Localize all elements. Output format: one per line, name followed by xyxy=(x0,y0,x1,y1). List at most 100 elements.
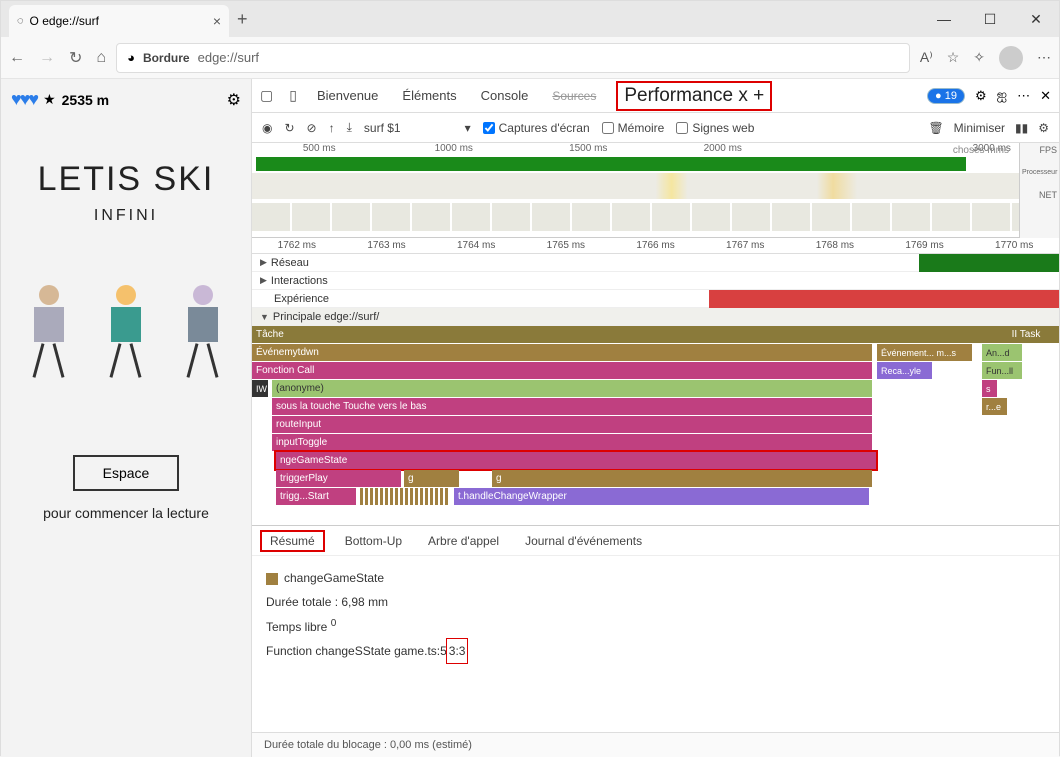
character-select xyxy=(11,285,241,375)
flame-re[interactable]: r...e xyxy=(982,398,1007,415)
flame-triggerstart[interactable]: trigg...Start xyxy=(276,488,356,505)
settings-icon[interactable]: ⚙ xyxy=(975,88,987,104)
home-button[interactable]: ⌂ xyxy=(96,49,106,67)
skier-option-1[interactable] xyxy=(24,285,74,375)
flame-s[interactable]: s xyxy=(982,380,997,397)
dtab-eventlog[interactable]: Journal d'événements xyxy=(521,532,646,550)
tab-elements[interactable]: Éléments xyxy=(398,88,460,103)
map-icon[interactable]: ▮▮ xyxy=(1015,121,1028,135)
minimize-label[interactable]: Minimiser xyxy=(954,121,1005,135)
dtab-summary[interactable]: Résumé xyxy=(262,532,323,550)
flame-event[interactable]: Événemytdwn xyxy=(252,344,872,361)
screenshots-checkbox[interactable]: Captures d'écran xyxy=(483,121,590,135)
blocking-time: Durée totale du blocage : 0,00 ms (estim… xyxy=(264,739,472,751)
new-tab-button[interactable]: + xyxy=(237,9,248,30)
flame-recalc[interactable]: Reca...yle xyxy=(877,362,932,379)
track-main[interactable]: ▼Principale edge://surf/ xyxy=(252,308,1059,326)
read-aloud-icon[interactable]: A⁾ xyxy=(920,49,933,66)
profile-avatar[interactable] xyxy=(999,46,1023,70)
tab-close-icon[interactable]: × xyxy=(213,13,221,29)
menu-icon[interactable]: ⋯ xyxy=(1037,49,1051,66)
devtools-close-icon[interactable]: ✕ xyxy=(1040,88,1051,104)
flame-iw[interactable]: IW xyxy=(252,380,268,397)
play-button[interactable]: Espace xyxy=(73,455,180,491)
flame-handlechange[interactable]: t.handleChangeWrapper xyxy=(454,488,869,505)
url-text: edge://surf xyxy=(198,50,259,65)
flame-g1[interactable]: g xyxy=(404,470,459,487)
summary-panel: changeGameState Durée totale : 6,98 mm T… xyxy=(252,556,1059,673)
more-icon[interactable]: ⋯ xyxy=(1017,88,1030,104)
summary-swatch xyxy=(266,573,278,585)
back-button[interactable]: ← xyxy=(9,49,25,67)
overview-label: choses mms xyxy=(953,145,1009,156)
track-experience[interactable]: ExpérienceChangement de disposition xyxy=(252,290,1059,308)
collections-icon[interactable]: ✧ xyxy=(973,49,985,66)
flame-ruler: 1762 ms1763 ms1764 ms 1765 ms1766 ms1767… xyxy=(252,238,1059,254)
refresh-button[interactable]: ↻ xyxy=(69,48,82,68)
track-interactions[interactable]: ▶Interactions xyxy=(252,272,1059,290)
flame-g2[interactable]: g xyxy=(492,470,872,487)
gear-icon[interactable]: ⚙ xyxy=(227,90,241,110)
tracks: ▶Réseau ▶Interactions ExpérienceChangeme… xyxy=(252,254,1059,326)
distance-value: 2535 m xyxy=(62,92,109,108)
download-icon[interactable]: ⤓ xyxy=(347,120,352,135)
dtab-calltree[interactable]: Arbre d'appel xyxy=(424,532,503,550)
flame-chart[interactable]: Tâche II Task Événemytdwn Événement... m… xyxy=(252,326,1059,526)
device-icon[interactable]: ▯ xyxy=(289,87,297,104)
skier-option-3[interactable] xyxy=(178,285,228,375)
summary-self-val: 0 xyxy=(331,618,337,629)
site-identity-icon: ◕ xyxy=(127,50,135,65)
game-title: LETIS SKI xyxy=(11,160,241,199)
flame-fun[interactable]: Fun...ll xyxy=(982,362,1022,379)
favorites-icon[interactable]: ☆ xyxy=(947,49,960,66)
clear-icon[interactable]: ⊘ xyxy=(307,121,317,135)
profile-select[interactable]: surf $1 ▾ xyxy=(364,121,471,135)
flame-route[interactable]: routeInput xyxy=(272,416,872,433)
summary-fn-line-b[interactable]: 3:3 xyxy=(447,639,468,663)
flame-event2[interactable]: Événement... m...s xyxy=(877,344,972,361)
upload-icon[interactable]: ↑ xyxy=(329,121,335,135)
window-maximize-button[interactable]: ☐ xyxy=(967,1,1013,37)
star-icon: ★ xyxy=(43,91,56,108)
flame-stripes[interactable] xyxy=(360,488,450,505)
browser-tab[interactable]: ◌ O edge://surf × xyxy=(9,5,229,37)
flame-triggerplay[interactable]: triggerPlay xyxy=(276,470,401,487)
window-minimize-button[interactable]: — xyxy=(921,1,967,37)
flame-toggle[interactable]: inputToggle xyxy=(272,434,872,451)
flame-fcall[interactable]: Fonction Call xyxy=(252,362,872,379)
record-icon[interactable]: ◉ xyxy=(262,121,272,135)
flame-keydown[interactable]: sous la touche Touche vers le bas xyxy=(272,398,872,415)
websignals-checkbox[interactable]: Signes web xyxy=(676,121,754,135)
summary-total: Durée totale : 6,98 mm xyxy=(266,590,1045,614)
tab-welcome[interactable]: Bienvenue xyxy=(313,88,382,103)
window-titlebar: ◌ O edge://surf × + — ☐ ✕ xyxy=(1,1,1059,37)
help-icon[interactable]: ஐ xyxy=(997,87,1007,104)
inspect-icon[interactable]: ▢ xyxy=(260,87,273,104)
memory-checkbox[interactable]: Mémoire xyxy=(602,121,665,135)
tab-console[interactable]: Console xyxy=(477,88,533,103)
url-input[interactable]: ◕ Bordure edge://surf xyxy=(116,43,910,73)
forward-button[interactable]: → xyxy=(39,49,55,67)
overview-side-labels: FPS Processeur NET xyxy=(1019,143,1059,238)
settings2-icon[interactable]: ⚙ xyxy=(1038,121,1049,135)
flame-and[interactable]: An...d xyxy=(982,344,1022,361)
track-network[interactable]: ▶Réseau xyxy=(252,254,1059,272)
flame-task[interactable]: Tâche xyxy=(252,326,1032,343)
trash-icon[interactable]: 🗑 xyxy=(928,121,943,135)
tab-performance[interactable]: Performance x + xyxy=(616,81,772,111)
summary-fn-name: changeGameState xyxy=(284,571,384,585)
reload-record-icon[interactable]: ↻ xyxy=(284,121,294,135)
flame-task-2[interactable]: II Task xyxy=(989,326,1059,343)
flame-anon[interactable]: (anonyme) xyxy=(272,380,872,397)
dtab-bottomup[interactable]: Bottom-Up xyxy=(341,532,406,550)
perf-toolbar: ◉ ↻ ⊘ ↑ ⤓ surf $1 ▾ Captures d'écran Mém… xyxy=(252,113,1059,143)
summary-fn-line-a[interactable]: Function changeSState game.ts:5 xyxy=(266,644,447,658)
tab-sources[interactable]: Sources xyxy=(548,89,600,103)
issues-badge[interactable]: ● 19 xyxy=(927,88,965,104)
timeline-overview[interactable]: 500 ms1000 ms 1500 ms2000 ms 3000 ms cho… xyxy=(252,143,1059,238)
devtools-tabbar: ▢ ▯ Bienvenue Éléments Console Sources P… xyxy=(252,79,1059,113)
details-tabs: Résumé Bottom-Up Arbre d'appel Journal d… xyxy=(252,526,1059,556)
window-close-button[interactable]: ✕ xyxy=(1013,1,1059,37)
skier-option-2[interactable] xyxy=(101,285,151,375)
flame-changegamestate[interactable]: ngeGameState xyxy=(276,452,876,469)
